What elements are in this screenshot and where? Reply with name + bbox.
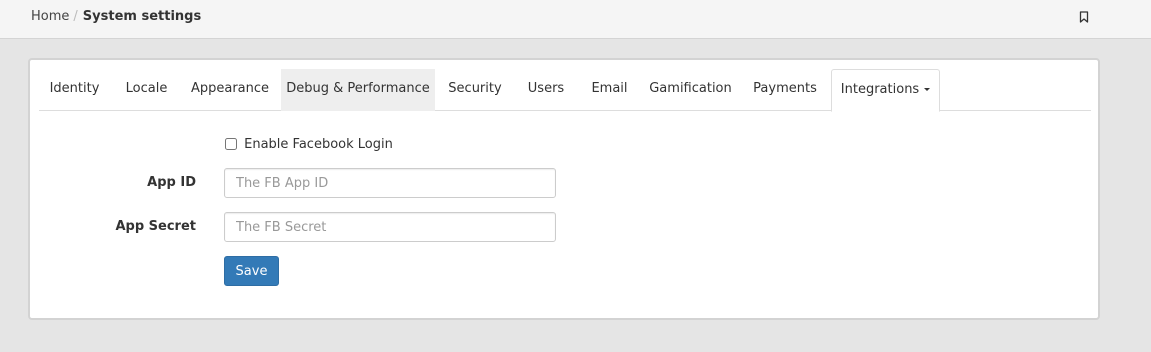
page-title: System settings <box>82 9 202 24</box>
breadcrumb-separator: / <box>73 9 78 24</box>
settings-panel: Identity Locale Appearance Debug & Perfo… <box>28 58 1100 320</box>
breadcrumb-home-link[interactable]: Home <box>31 9 69 24</box>
tab-email[interactable]: Email <box>582 69 637 111</box>
top-bar: Home / System settings <box>0 0 1151 39</box>
tab-locale[interactable]: Locale <box>115 69 178 111</box>
settings-tabs: Identity Locale Appearance Debug & Perfo… <box>39 69 1091 112</box>
save-button[interactable]: Save <box>224 256 279 286</box>
tab-users[interactable]: Users <box>515 69 577 111</box>
app-secret-label: App Secret <box>115 219 196 234</box>
tab-payments[interactable]: Payments <box>744 69 826 111</box>
enable-facebook-row: Enable Facebook Login <box>225 137 393 155</box>
app-id-input[interactable] <box>224 168 556 198</box>
tab-gamification[interactable]: Gamification <box>642 69 739 111</box>
tab-debug-performance[interactable]: Debug & Performance <box>281 69 435 111</box>
enable-facebook-label[interactable]: Enable Facebook Login <box>244 137 393 152</box>
bookmark-icon[interactable] <box>1079 11 1089 23</box>
tab-integrations[interactable]: Integrations <box>831 69 940 112</box>
enable-facebook-checkbox[interactable] <box>225 137 237 150</box>
chevron-down-icon <box>924 88 931 91</box>
breadcrumb: Home / System settings <box>31 9 201 25</box>
tab-identity[interactable]: Identity <box>39 69 110 111</box>
app-id-label: App ID <box>147 175 196 190</box>
app-secret-input[interactable] <box>224 212 556 242</box>
tab-appearance[interactable]: Appearance <box>184 69 276 111</box>
tab-security[interactable]: Security <box>440 69 510 111</box>
